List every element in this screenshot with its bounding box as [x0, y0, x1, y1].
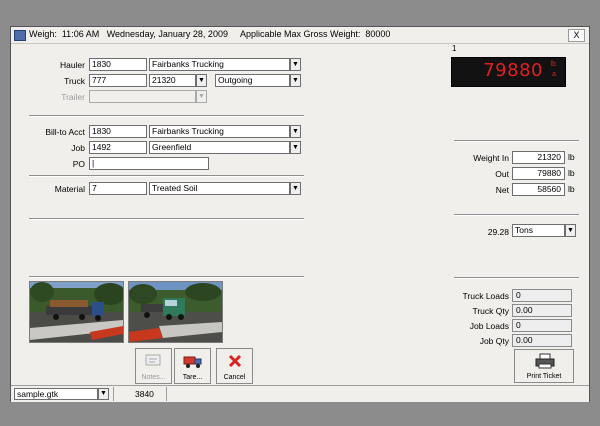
- billto-name-field[interactable]: Fairbanks Trucking: [149, 125, 290, 138]
- material-name-field[interactable]: Treated Soil: [149, 182, 290, 195]
- job-loads-label: Job Loads: [469, 321, 509, 331]
- notes-button-label: Notes...: [141, 374, 166, 381]
- billto-dropdown-button[interactable]: ▼: [290, 125, 301, 138]
- job-label: Job: [71, 143, 85, 153]
- material-dropdown-button[interactable]: ▼: [290, 182, 301, 195]
- weight-in-label: Weight In: [473, 153, 509, 163]
- trailer-field[interactable]: [89, 90, 196, 103]
- scale-weight-value: 79880: [483, 60, 543, 81]
- file-dropdown-button[interactable]: ▼: [98, 388, 109, 400]
- billto-code-field[interactable]: 1830: [89, 125, 147, 138]
- weight-in-unit: lb: [568, 152, 575, 162]
- truck-icon: [183, 356, 202, 368]
- close-button[interactable]: X: [568, 29, 585, 42]
- truck-number-field[interactable]: 21320: [149, 74, 196, 87]
- hauler-label: Hauler: [59, 60, 85, 70]
- file-select[interactable]: sample.gtk: [14, 388, 98, 400]
- notes-button[interactable]: Notes...: [135, 348, 172, 384]
- weight-net-unit: lb: [568, 184, 575, 194]
- direction-dropdown-button[interactable]: ▼: [290, 74, 301, 87]
- app-icon: [14, 30, 26, 41]
- hauler-code-field[interactable]: 1830: [89, 58, 147, 71]
- scale-unit-mode: a: [552, 71, 556, 78]
- tare-button-label: Tare...: [182, 374, 203, 381]
- job-qty-value: 0.00: [512, 334, 572, 347]
- trailer-label: Trailer: [61, 92, 85, 102]
- cancel-button-label: Cancel: [223, 374, 246, 381]
- material-label: Material: [54, 184, 85, 194]
- weight-net-label: Net: [495, 185, 509, 195]
- status-separator: [113, 387, 114, 401]
- camera-photo-1[interactable]: [29, 281, 124, 343]
- truck-qty-value: 0.00: [512, 304, 572, 317]
- printer-icon: [535, 353, 555, 369]
- converted-value: 29.28: [487, 227, 509, 237]
- job-code-field[interactable]: 1492: [89, 141, 147, 154]
- divider: [454, 214, 579, 216]
- print-ticket-button[interactable]: Print Ticket: [514, 349, 574, 383]
- weight-out-unit: lb: [568, 168, 575, 178]
- camera-photo-2[interactable]: [128, 281, 223, 343]
- billto-label: Bill-to Acct: [45, 127, 85, 137]
- po-field[interactable]: |: [89, 157, 209, 170]
- weight-net-value: 58560: [512, 183, 565, 196]
- weight-in-value: 21320: [512, 151, 565, 164]
- weigh-window: Weigh: 11:06 AM Wednesday, January 28, 2…: [10, 26, 590, 402]
- weight-out-value: 79880: [512, 167, 565, 180]
- cancel-button[interactable]: Cancel: [216, 348, 253, 384]
- truck-loads-label: Truck Loads: [462, 291, 509, 301]
- cancel-x-icon: [228, 354, 242, 368]
- job-qty-label: Job Qty: [479, 336, 509, 346]
- truck-code-field[interactable]: 777: [89, 74, 147, 87]
- hauler-dropdown-button[interactable]: ▼: [290, 58, 301, 71]
- status-bar: sample.gtk ▼ 3840: [11, 385, 589, 402]
- truck-label: Truck: [64, 76, 85, 86]
- job-name-field[interactable]: Greenfield: [149, 141, 290, 154]
- truck-direction-field[interactable]: Outgoing: [215, 74, 290, 87]
- status-count: 3840: [135, 389, 154, 399]
- conversion-dropdown-button[interactable]: ▼: [565, 224, 576, 237]
- title-bar: Weigh: 11:06 AM Wednesday, January 28, 2…: [11, 27, 589, 44]
- divider: [454, 140, 579, 142]
- conversion-unit-select[interactable]: Tons: [512, 224, 565, 237]
- scale-number: 1: [452, 44, 457, 53]
- material-code-field[interactable]: 7: [89, 182, 147, 195]
- divider: [29, 115, 304, 117]
- scale-weight-display: 79880 lb a: [451, 57, 566, 87]
- divider: [29, 276, 304, 278]
- po-label: PO: [72, 159, 85, 169]
- print-ticket-label: Print Ticket: [526, 373, 562, 380]
- job-dropdown-button[interactable]: ▼: [290, 141, 301, 154]
- truck-loads-value: 0: [512, 289, 572, 302]
- tare-button[interactable]: Tare...: [174, 348, 211, 384]
- trailer-dropdown-button[interactable]: ▼: [196, 90, 207, 103]
- scale-unit-lb: lb: [550, 61, 556, 68]
- hauler-name-field[interactable]: Fairbanks Trucking: [149, 58, 290, 71]
- job-loads-value: 0: [512, 319, 572, 332]
- divider: [29, 175, 304, 177]
- notes-icon: [145, 354, 161, 366]
- truck-qty-label: Truck Qty: [472, 306, 509, 316]
- divider: [29, 218, 304, 220]
- divider: [454, 277, 579, 279]
- status-separator: [166, 387, 167, 401]
- weight-out-label: Out: [495, 169, 509, 179]
- window-title: Weigh: 11:06 AM Wednesday, January 28, 2…: [29, 29, 391, 39]
- truck-dropdown-button[interactable]: ▼: [196, 74, 207, 87]
